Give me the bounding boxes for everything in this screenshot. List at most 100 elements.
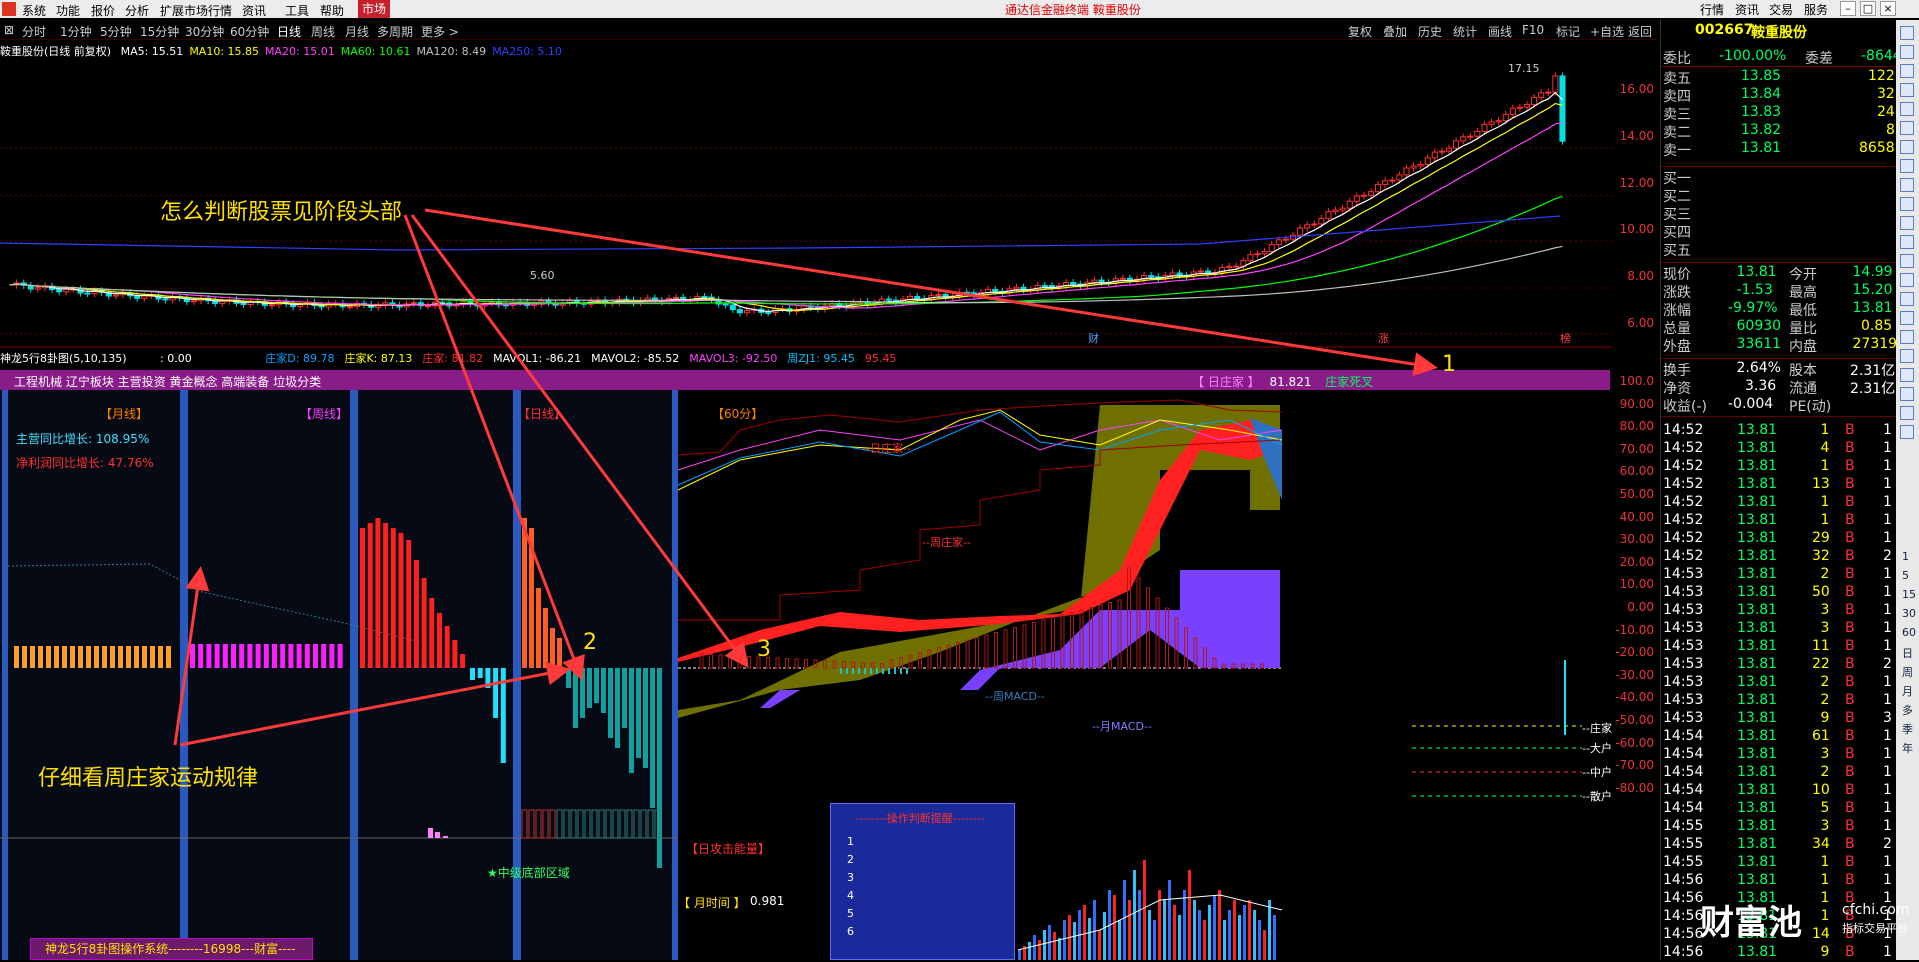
quote-cell: 13.85 — [1741, 68, 1782, 84]
period-60min[interactable]: 60分钟 — [230, 23, 269, 40]
close-icon[interactable]: × — [1880, 1, 1896, 16]
period-timeshare[interactable]: 分时 — [22, 23, 46, 40]
btn-back[interactable]: 返回 — [1628, 23, 1652, 40]
btn-news[interactable]: 资讯 — [1735, 1, 1759, 18]
menu-extended-market[interactable]: 扩展市场行情 — [160, 2, 232, 19]
btn-history[interactable]: 历史 — [1418, 23, 1442, 40]
quote-weibi: 委比 -100.00% 委差 -8644 — [1661, 48, 1902, 67]
toolbar-icon[interactable] — [1900, 45, 1914, 59]
toolbar-icon[interactable] — [1900, 159, 1914, 173]
toolbar-icon[interactable] — [1900, 216, 1914, 230]
quote-cell: 13.81 — [1852, 300, 1893, 316]
menu-help[interactable]: 帮助 — [320, 2, 344, 19]
toolbar-icon[interactable] — [1900, 311, 1914, 325]
btn-restore-rights[interactable]: 复权 — [1348, 23, 1372, 40]
maximize-icon[interactable]: □ — [1860, 1, 1876, 16]
weekly-dealer-line-label: --周庄家-- — [922, 536, 971, 549]
indicator-tick: -40.00 — [1615, 690, 1654, 705]
quote-cell: 换手 — [1663, 363, 1691, 379]
toolbar-icon[interactable] — [1900, 178, 1914, 192]
quote-cell: B — [1845, 764, 1855, 780]
menu-news[interactable]: 资讯 — [242, 2, 266, 19]
day-bar — [413, 560, 419, 668]
btn-trade[interactable]: 交易 — [1769, 1, 1793, 18]
menu-market[interactable]: 市场 — [358, 0, 391, 18]
period-15min[interactable]: 15分钟 — [140, 23, 179, 40]
candle-body — [1481, 123, 1488, 132]
toolbar-icon[interactable] — [1900, 64, 1914, 78]
toolbar-icon[interactable] — [1900, 197, 1914, 211]
candle-body — [1382, 180, 1389, 185]
menu-tools[interactable]: 工具 — [285, 2, 309, 19]
quote-cell: B — [1845, 656, 1855, 672]
day-bar-negative — [485, 668, 491, 688]
menu-quote[interactable]: 报价 — [91, 2, 115, 19]
period-month[interactable]: 月线 — [345, 23, 369, 40]
toolbar-icon[interactable] — [1900, 425, 1914, 439]
candle-body — [84, 292, 91, 295]
toolbar-period[interactable]: 60 — [1902, 626, 1916, 639]
toolbar-period[interactable]: 日 — [1902, 645, 1913, 661]
toolbar-icon[interactable] — [1900, 273, 1914, 287]
period-day[interactable]: 日线 — [277, 23, 301, 40]
toolbar-period[interactable]: 季 — [1902, 721, 1913, 737]
day-bar — [383, 523, 389, 668]
toolbar-icon[interactable] — [1900, 330, 1914, 344]
candle-body — [1233, 265, 1240, 268]
panel-month-title: 【月线】 — [100, 407, 149, 421]
toolbar-icon[interactable] — [1900, 292, 1914, 306]
toolbar-icon[interactable] — [1900, 140, 1914, 154]
volume-bar — [1033, 935, 1036, 960]
period-1min[interactable]: 1分钟 — [60, 23, 92, 40]
toolbar-icon[interactable] — [1900, 102, 1914, 116]
toolbar-period[interactable]: 5 — [1902, 569, 1909, 582]
toolbar-icon[interactable] — [1900, 254, 1914, 268]
tick-row: 14:56 13.81 9 B 1 — [1661, 944, 1897, 962]
toolbar-icon[interactable] — [1900, 26, 1914, 40]
btn-service[interactable]: 服务 — [1804, 1, 1828, 18]
candle-body — [935, 293, 942, 297]
candle-body — [673, 296, 680, 299]
period-multi[interactable]: 多周期 — [377, 23, 413, 40]
close-chart-icon[interactable]: ⊠ — [4, 23, 14, 37]
toolbar-period[interactable]: 多 — [1902, 702, 1913, 718]
menu-system[interactable]: 系统 — [22, 2, 46, 19]
toolbar-period[interactable]: 月 — [1902, 683, 1913, 699]
toolbar-period[interactable]: 1 — [1902, 550, 1909, 563]
btn-mark[interactable]: 标记 — [1556, 23, 1580, 40]
eight-trigram-indicator-panel[interactable] — [0, 390, 1612, 960]
toolbar-icon[interactable] — [1900, 121, 1914, 135]
toolbar-icon[interactable] — [1900, 83, 1914, 97]
quote-cell: 现价 — [1663, 267, 1691, 283]
sector-tags[interactable]: 工程机械 辽宁板块 主营投资 黄金概念 高端装备 垃圾分类 — [14, 373, 321, 390]
period-5min[interactable]: 5分钟 — [100, 23, 132, 40]
toolbar-icon[interactable] — [1900, 406, 1914, 420]
toolbar-period[interactable]: 周 — [1902, 664, 1913, 680]
btn-market[interactable]: 行情 — [1700, 1, 1724, 18]
annotation-number-2: 2 — [583, 630, 597, 655]
toolbar-period[interactable]: 15 — [1902, 588, 1916, 601]
menu-analysis[interactable]: 分析 — [125, 2, 149, 19]
toolbar-period[interactable]: 30 — [1902, 607, 1916, 620]
toolbar-period[interactable]: 年 — [1902, 740, 1913, 756]
btn-f10[interactable]: F10 — [1522, 23, 1544, 37]
toolbar-icon[interactable] — [1900, 368, 1914, 382]
price-tick: 12.00 — [1619, 175, 1654, 190]
period-30min[interactable]: 30分钟 — [185, 23, 224, 40]
minimize-icon[interactable]: – — [1840, 1, 1856, 16]
candle-body — [1453, 140, 1460, 149]
toolbar-icon[interactable] — [1900, 349, 1914, 363]
indicator-tick: 90.00 — [1619, 396, 1654, 411]
period-week[interactable]: 周线 — [311, 23, 335, 40]
panel-day-title: 【日线】 — [518, 407, 567, 421]
btn-add-watch[interactable]: +自选 — [1590, 23, 1624, 40]
btn-draw-line[interactable]: 画线 — [1488, 23, 1512, 40]
btn-statistics[interactable]: 统计 — [1453, 23, 1477, 40]
menu-function[interactable]: 功能 — [56, 2, 80, 19]
toolbar-icon[interactable] — [1900, 387, 1914, 401]
btn-overlay[interactable]: 叠加 — [1383, 23, 1407, 40]
indicator-value: : 0.00 — [160, 352, 192, 365]
candle-body — [1311, 223, 1318, 226]
toolbar-icon[interactable] — [1900, 235, 1914, 249]
period-more[interactable]: 更多 > — [421, 23, 459, 40]
